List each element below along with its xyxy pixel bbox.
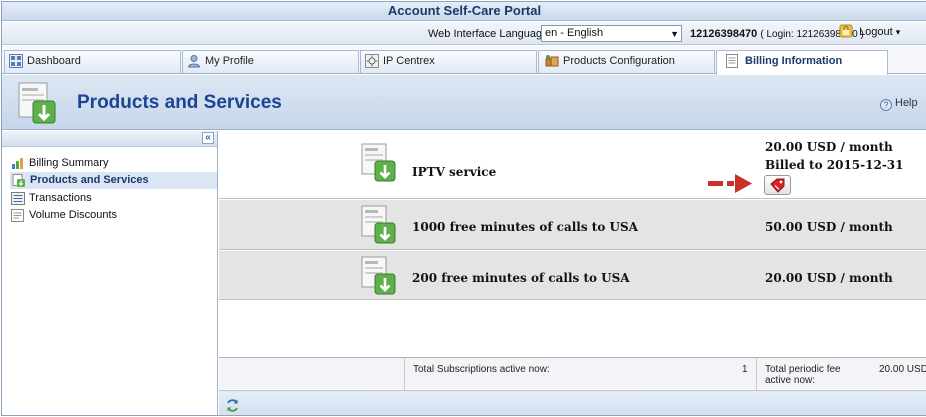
column-divider — [756, 358, 757, 390]
product-name: IPTV service — [412, 165, 497, 179]
panel-footer — [219, 390, 926, 415]
refresh-icon[interactable] — [225, 398, 240, 413]
page-title: Products and Services — [77, 92, 282, 113]
tab-label: Products Configuration — [563, 55, 675, 67]
product-document-icon — [361, 256, 396, 295]
products-panel: IPTV service 20.00 USD / month Billed to… — [219, 131, 926, 415]
arrow-right-icon — [708, 174, 752, 193]
app-title: Account Self-Care Portal — [387, 3, 542, 18]
tab-billing-information[interactable]: Billing Information — [716, 50, 888, 75]
product-price: 50.00 USD / month — [765, 220, 893, 234]
tab-ip-centrex[interactable]: IP Centrex — [360, 50, 537, 73]
portal-window: Account Self-Care Portal Web Interface L… — [1, 1, 926, 416]
account-id: 12126398470 — [690, 28, 758, 40]
user-bar: Web Interface Language: en - English ▼ 1… — [2, 22, 926, 45]
help-label: Help — [895, 97, 918, 109]
tab-label: My Profile — [205, 55, 254, 67]
collapse-sidebar-button[interactable]: « — [202, 132, 214, 144]
lock-icon — [839, 24, 853, 38]
user-icon — [187, 55, 201, 68]
tab-bar: Dashboard My Profile IP Centrex Products… — [2, 46, 926, 75]
product-document-icon — [18, 82, 56, 124]
dashboard-icon — [9, 54, 23, 68]
sidebar-item-transactions[interactable]: Transactions — [9, 190, 217, 207]
product-price: 20.00 USD / month — [765, 271, 893, 285]
sidebar-item-label: Volume Discounts — [29, 209, 118, 221]
subscriptions-count: 1 — [742, 364, 748, 375]
column-divider — [404, 358, 405, 390]
login-info: 12126398470 ( Login: 12126398470 ) — [690, 28, 864, 40]
language-label: Web Interface Language: — [428, 28, 552, 40]
fee-value: 20.00 USD — [879, 364, 926, 375]
logout-label: Logout — [859, 25, 893, 38]
cancel-subscription-button[interactable] — [764, 175, 791, 195]
fee-label-line: active now: — [765, 375, 816, 386]
network-icon — [365, 54, 379, 68]
product-name: 1000 free minutes of calls to USA — [412, 220, 638, 234]
tab-label: Billing Information — [745, 55, 843, 67]
product-row[interactable]: 1000 free minutes of calls to USA 50.00 … — [219, 200, 926, 250]
tag-icon — [770, 178, 785, 193]
sidebar-item-label: Products and Services — [30, 174, 149, 186]
help-icon: ? — [880, 99, 892, 111]
logout-button[interactable]: Logout ▾ — [839, 24, 900, 43]
tab-label: IP Centrex — [383, 55, 435, 67]
sidebar-item-billing-summary[interactable]: Billing Summary — [9, 155, 217, 172]
tab-products-configuration[interactable]: Products Configuration — [538, 50, 715, 73]
subscriptions-label: Total Subscriptions active now: — [413, 364, 550, 375]
document-icon — [726, 54, 738, 68]
product-name: 200 free minutes of calls to USA — [412, 271, 630, 285]
discount-icon — [11, 209, 24, 222]
tab-label: Dashboard — [27, 55, 81, 67]
product-price: 20.00 USD / month — [765, 140, 893, 154]
title-bar: Account Self-Care Portal — [2, 2, 926, 21]
help-button[interactable]: ? Help — [880, 97, 918, 111]
totals-row: Total Subscriptions active now: 1 Total … — [219, 357, 926, 390]
products-icon — [545, 55, 559, 67]
product-document-icon — [361, 143, 396, 182]
sidebar-item-label: Transactions — [29, 192, 92, 204]
sidebar-item-volume-discounts[interactable]: Volume Discounts — [9, 207, 217, 224]
list-icon — [11, 192, 25, 205]
billed-to: Billed to 2015-12-31 — [765, 158, 904, 172]
tab-dashboard[interactable]: Dashboard — [4, 50, 181, 73]
sidebar-item-label: Billing Summary — [29, 157, 109, 169]
language-value: en - English — [545, 27, 604, 39]
tab-my-profile[interactable]: My Profile — [182, 50, 359, 73]
fee-label-line: Total periodic fee — [765, 364, 841, 375]
product-row[interactable]: 200 free minutes of calls to USA 20.00 U… — [219, 251, 926, 300]
sidebar: « Billing Summary Products and Services … — [2, 131, 218, 415]
page-header: Products and Services ? Help — [2, 75, 926, 130]
chart-icon — [12, 158, 23, 169]
product-icon — [12, 174, 25, 187]
dropdown-icon: ▾ — [895, 26, 901, 37]
product-document-icon — [361, 205, 396, 244]
language-select[interactable]: en - English ▼ — [541, 25, 682, 42]
sidebar-header: « — [2, 131, 217, 147]
chevron-down-icon: ▼ — [670, 29, 679, 39]
product-row[interactable]: IPTV service 20.00 USD / month Billed to… — [219, 131, 926, 199]
fee-label: Total periodic fee active now: — [765, 364, 841, 386]
sidebar-item-products-and-services[interactable]: Products and Services — [10, 172, 217, 189]
